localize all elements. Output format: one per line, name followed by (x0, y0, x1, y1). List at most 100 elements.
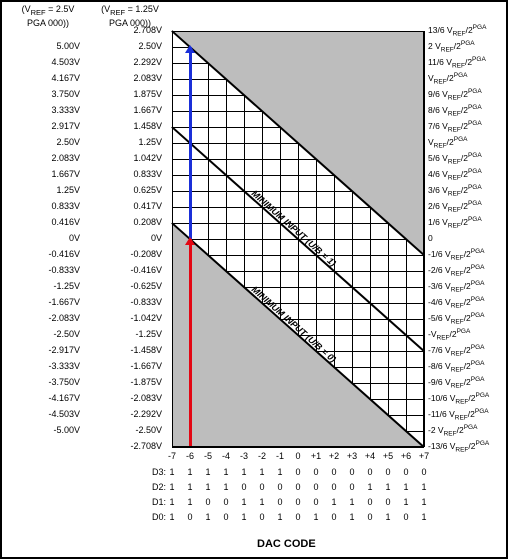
y-left-1p25-26: -2.708V (122, 442, 162, 451)
y-right-expr-22: -9/6 VREF/2PGA (428, 378, 506, 387)
x-tick-+2: +2 (325, 451, 343, 461)
y-left-2p5-7: 2.083V (40, 154, 80, 163)
y-right-expr-8: 5/6 VREF/2PGA (428, 154, 506, 163)
y-left-2p5-5: 2.917V (40, 122, 80, 131)
y-right-expr-5: 8/6 VREF/2PGA (428, 106, 506, 115)
bit-D2-8: 0 (307, 482, 325, 492)
x-tick-0: 0 (289, 451, 307, 461)
y-left-2p5-15: -1.25V (40, 282, 80, 291)
grid-v-14 (424, 31, 425, 447)
y-right-expr-4: 9/6 VREF/2PGA (428, 90, 506, 99)
x-tick-+4: +4 (361, 451, 379, 461)
y-right-expr-11: 2/6 VREF/2PGA (428, 202, 506, 211)
y-left-1p25-25: -2.50V (122, 426, 162, 435)
x-tick--2: -2 (253, 451, 271, 461)
arrow-red-head (185, 237, 195, 245)
y-left-1p25-24: -2.292V (122, 410, 162, 419)
bit-D2-2: 1 (199, 482, 217, 492)
bit-D1-13: 1 (397, 497, 415, 507)
y-right-expr-7: VREF/2PGA (428, 138, 506, 147)
bit-D2-5: 0 (253, 482, 271, 492)
y-left-2p5-11: 0.416V (40, 218, 80, 227)
bit-D3-3: 1 (217, 467, 235, 477)
bit-D1-8: 0 (307, 497, 325, 507)
bit-D1-6: 0 (271, 497, 289, 507)
bit-D2-13: 1 (397, 482, 415, 492)
x-tick--5: -5 (199, 451, 217, 461)
y-left-2p5-10: 0.833V (40, 202, 80, 211)
bit-D1-11: 0 (361, 497, 379, 507)
y-left-2p5-20: -3.333V (40, 362, 80, 371)
y-left-1p25-6: 1.458V (122, 122, 162, 131)
y-left-1p25-22: -1.875V (122, 378, 162, 387)
arrow-blue-head (185, 45, 195, 53)
bit-D0-9: 0 (325, 512, 343, 522)
y-left-2p5-8: 1.667V (40, 170, 80, 179)
y-left-1p25-17: -0.833V (122, 298, 162, 307)
y-left-1p25-18: -1.042V (122, 314, 162, 323)
figure-frame: (VREF = 2.5V PGA 000)) (VREF = 1.25V PGA… (0, 0, 508, 559)
y-left-2p5-18: -2.50V (40, 330, 80, 339)
y-left-1p25-5: 1.667V (122, 106, 162, 115)
x-tick--4: -4 (217, 451, 235, 461)
y-right-expr-25: -2 VREF/2PGA (428, 426, 506, 435)
y-right-expr-20: -7/6 VREF/2PGA (428, 346, 506, 355)
y-right-expr-26: -13/6 VREF/2PGA (428, 442, 506, 451)
bit-D3-2: 1 (199, 467, 217, 477)
bit-D1-12: 0 (379, 497, 397, 507)
x-tick--1: -1 (271, 451, 289, 461)
bit-D3-9: 0 (325, 467, 343, 477)
y-left-1p25-19: -1.25V (122, 330, 162, 339)
y-left-2p5-9: 1.25V (40, 186, 80, 195)
y-left-2p5-13: -0.416V (40, 250, 80, 259)
bit-D0-8: 1 (307, 512, 325, 522)
bit-D2-1: 1 (181, 482, 199, 492)
bit-D3-13: 0 (397, 467, 415, 477)
x-axis-title: DAC CODE (257, 538, 316, 550)
y-right-expr-12: 1/6 VREF/2PGA (428, 218, 506, 227)
y-left-1p25-13: 0V (122, 234, 162, 243)
bit-D0-0: 1 (163, 512, 181, 522)
y-left-1p25-4: 1.875V (122, 90, 162, 99)
bit-D2-12: 1 (379, 482, 397, 492)
y-left-1p25-10: 0.625V (122, 186, 162, 195)
y-left-1p25-16: -0.625V (122, 282, 162, 291)
y-left-1p25-7: 1.25V (122, 138, 162, 147)
y-left-2p5-19: -2.917V (40, 346, 80, 355)
y-right-expr-1: 2 VREF/2PGA (428, 42, 506, 51)
y-right-expr-10: 3/6 VREF/2PGA (428, 186, 506, 195)
bit-D0-10: 1 (343, 512, 361, 522)
y-left-2p5-0: 5.00V (40, 42, 80, 51)
y-left-1p25-9: 0.833V (122, 170, 162, 179)
y-right-expr-21: -8/6 VREF/2PGA (428, 362, 506, 371)
y-left-2p5-4: 3.333V (40, 106, 80, 115)
y-left-2p5-23: -4.503V (40, 410, 80, 419)
y-left-2p5-12: 0V (40, 234, 80, 243)
bit-D3-12: 0 (379, 467, 397, 477)
bit-D3-14: 0 (415, 467, 433, 477)
y-left-2p5-22: -4.167V (40, 394, 80, 403)
bit-D2-3: 1 (217, 482, 235, 492)
bit-D0-3: 0 (217, 512, 235, 522)
y-left-1p25-8: 1.042V (122, 154, 162, 163)
bit-D3-10: 0 (343, 467, 361, 477)
y-left-1p25-0: 2.708V (122, 26, 162, 35)
bit-D0-2: 1 (199, 512, 217, 522)
x-tick-+5: +5 (379, 451, 397, 461)
y-left-2p5-17: -2.083V (40, 314, 80, 323)
y-right-expr-18: -5/6 VREF/2PGA (428, 314, 506, 323)
x-tick-+3: +3 (343, 451, 361, 461)
y-left-1p25-2: 2.292V (122, 58, 162, 67)
x-tick-+7: +7 (415, 451, 433, 461)
y-left-2p5-21: -3.750V (40, 378, 80, 387)
bit-D3-6: 1 (271, 467, 289, 477)
bit-D3-4: 1 (235, 467, 253, 477)
bit-D3-7: 0 (289, 467, 307, 477)
grid-h-26 (172, 447, 424, 448)
y-left-1p25-11: 0.417V (122, 202, 162, 211)
y-left-1p25-12: 0.208V (122, 218, 162, 227)
bit-D1-4: 1 (235, 497, 253, 507)
bit-D0-4: 1 (235, 512, 253, 522)
bit-D2-9: 0 (325, 482, 343, 492)
y-left-2p5-16: -1.667V (40, 298, 80, 307)
